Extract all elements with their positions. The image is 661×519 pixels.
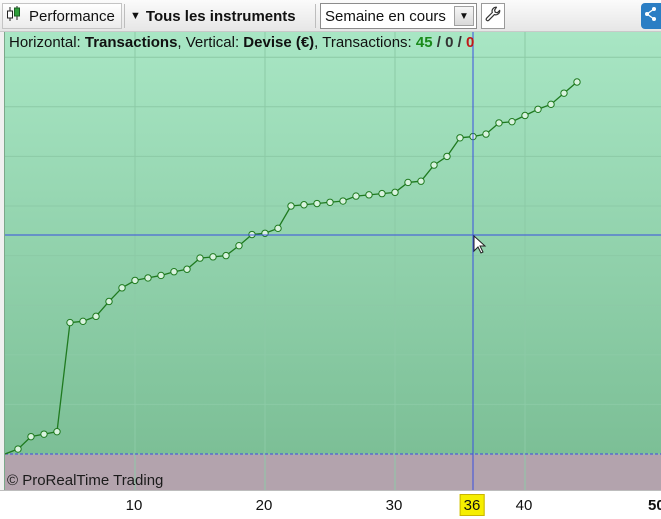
data-point[interactable] bbox=[404, 178, 412, 187]
separator: / bbox=[436, 34, 441, 51]
data-point[interactable] bbox=[547, 100, 555, 109]
data-point[interactable] bbox=[508, 117, 516, 126]
data-point[interactable] bbox=[495, 119, 503, 127]
data-point[interactable] bbox=[560, 89, 568, 97]
data-point[interactable] bbox=[417, 177, 425, 185]
settings-wrench-button[interactable] bbox=[481, 3, 505, 29]
toolbar: Performance ▼ Tous les instruments Semai… bbox=[0, 0, 661, 32]
x-tick-label: 30 bbox=[385, 497, 403, 514]
period-select[interactable]: Semaine en cours ▼ bbox=[320, 3, 477, 29]
data-point[interactable] bbox=[170, 268, 178, 276]
performance-chart[interactable]: Horizontal: Transactions, Vertical: Devi… bbox=[4, 32, 661, 490]
transactions-total: 45 bbox=[415, 34, 433, 51]
candlestick-icon bbox=[6, 5, 24, 27]
data-point[interactable] bbox=[300, 201, 308, 209]
data-point[interactable] bbox=[456, 134, 464, 142]
toolbar-divider bbox=[124, 4, 125, 28]
horizontal-value: Transactions bbox=[84, 34, 178, 51]
data-point[interactable] bbox=[521, 111, 529, 120]
chart-canvas bbox=[5, 32, 661, 490]
separator: / bbox=[457, 34, 462, 51]
data-point[interactable] bbox=[40, 430, 48, 438]
data-point[interactable] bbox=[430, 161, 438, 169]
vertical-value: Devise (€) bbox=[243, 34, 315, 51]
data-point[interactable] bbox=[339, 197, 347, 205]
data-point[interactable] bbox=[53, 427, 61, 436]
data-point[interactable] bbox=[274, 224, 282, 233]
data-point[interactable] bbox=[287, 202, 295, 210]
chevron-down-icon[interactable]: ▼ bbox=[454, 6, 474, 26]
data-point[interactable] bbox=[352, 192, 360, 200]
data-point[interactable] bbox=[235, 241, 243, 250]
data-point[interactable] bbox=[131, 276, 139, 285]
transactions-losing: 0 bbox=[465, 34, 475, 51]
data-point[interactable] bbox=[482, 130, 490, 138]
data-point[interactable] bbox=[534, 105, 542, 113]
horizontal-prefix: Horizontal: bbox=[9, 34, 81, 51]
performance-button[interactable]: Performance bbox=[2, 3, 122, 29]
app-window: Performance ▼ Tous les instruments Semai… bbox=[0, 0, 661, 519]
data-point[interactable] bbox=[573, 78, 581, 86]
caret-down-icon: ▼ bbox=[130, 10, 141, 22]
transactions-neutral: 0 bbox=[445, 34, 454, 51]
data-point[interactable] bbox=[118, 284, 126, 292]
wrench-icon bbox=[484, 5, 502, 27]
vertical-prefix: , Vertical: bbox=[177, 34, 240, 51]
share-button[interactable] bbox=[641, 3, 661, 29]
performance-label: Performance bbox=[29, 7, 115, 25]
x-tick-label: 10 bbox=[125, 497, 143, 514]
x-tick-label: 40 bbox=[515, 497, 533, 514]
instruments-label: Tous les instruments bbox=[145, 7, 296, 25]
data-point[interactable] bbox=[196, 254, 204, 262]
x-tick-label: 20 bbox=[255, 497, 273, 514]
share-icon bbox=[644, 6, 658, 26]
copyright-watermark: © ProRealTime Trading bbox=[7, 472, 164, 489]
toolbar-divider bbox=[315, 4, 316, 28]
data-point[interactable] bbox=[144, 274, 152, 282]
data-point[interactable] bbox=[66, 318, 74, 327]
data-point[interactable] bbox=[92, 312, 100, 321]
data-point[interactable] bbox=[157, 271, 165, 280]
transactions-prefix: , Transactions: bbox=[314, 34, 412, 51]
data-point[interactable] bbox=[391, 188, 399, 197]
data-point[interactable] bbox=[79, 317, 87, 326]
data-point[interactable] bbox=[105, 297, 113, 306]
period-value: Semaine en cours bbox=[325, 7, 446, 25]
data-point[interactable] bbox=[222, 251, 230, 260]
x-axis[interactable]: 10 20 30 40 36 50 bbox=[0, 490, 661, 519]
data-point[interactable] bbox=[378, 189, 386, 198]
data-point[interactable] bbox=[313, 199, 321, 208]
data-point[interactable] bbox=[14, 445, 22, 453]
x-axis-end-label: 50 bbox=[648, 497, 661, 514]
chart-info-line: Horizontal: Transactions, Vertical: Devi… bbox=[9, 34, 474, 51]
data-point[interactable] bbox=[27, 432, 35, 441]
data-point[interactable] bbox=[443, 152, 451, 161]
data-point[interactable] bbox=[326, 198, 334, 206]
x-cursor-label: 36 bbox=[459, 494, 485, 516]
data-point[interactable] bbox=[209, 253, 217, 261]
data-point[interactable] bbox=[365, 191, 373, 199]
data-point[interactable] bbox=[183, 265, 191, 273]
data-point[interactable] bbox=[261, 229, 269, 237]
instruments-dropdown[interactable]: ▼ Tous les instruments bbox=[126, 3, 312, 29]
